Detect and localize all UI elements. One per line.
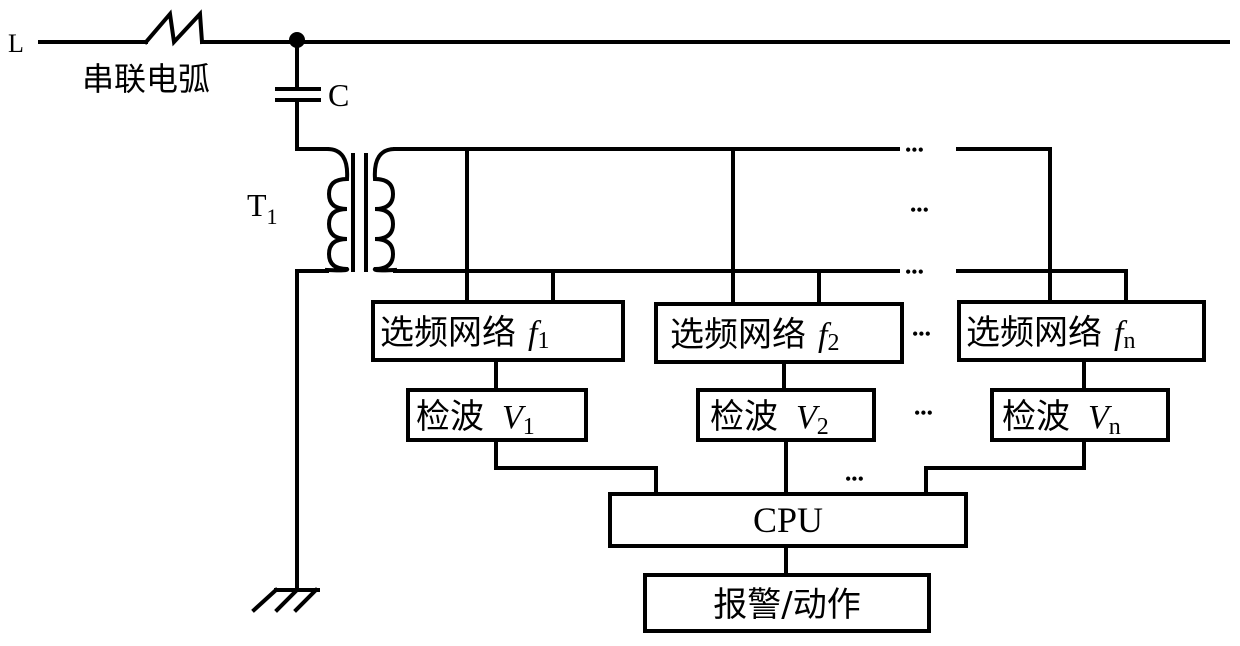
ellipsis-bus-bottom: •••	[905, 262, 924, 282]
arc-label: 串联电弧	[82, 60, 210, 98]
ground-hatch-2	[274, 587, 300, 613]
detector-label-2: 检波 V2	[710, 397, 829, 440]
ellipsis-filters: •••	[912, 324, 931, 344]
ground-hatch-1	[251, 587, 279, 613]
transformer-secondary-coil	[372, 146, 398, 273]
det1-to-cpu	[494, 438, 658, 496]
alarm-label: 报警/动作	[713, 585, 860, 625]
filter-label-2: 选频网络 f2	[670, 315, 839, 356]
diagram-svg: L 串联电弧 C T1 ••• ••• ••• ••• ••• ••• 选频网络…	[8, 9, 1230, 633]
ellipsis-detectors: •••	[914, 403, 933, 423]
cpu-label: CPU	[753, 500, 823, 540]
circuit-diagram: L 串联电弧 C T1 ••• ••• ••• ••• ••• ••• 选频网络…	[0, 0, 1240, 646]
detn-to-cpu	[924, 438, 1086, 496]
ellipsis-cpu-inputs: •••	[845, 469, 864, 489]
ellipsis-bus-top: •••	[905, 140, 924, 160]
ground-hatch-3	[293, 587, 319, 613]
detector-label-1: 检波 V1	[416, 397, 535, 440]
ellipsis-bus-middle: •••	[910, 200, 929, 220]
transformer-label: T1	[247, 187, 278, 229]
filter-label-n: 选频网络 fn	[966, 313, 1135, 354]
detector-label-n: 检波 Vn	[1002, 397, 1121, 440]
capacitor-label: C	[328, 77, 349, 113]
series-arc-symbol	[143, 9, 205, 47]
filter-label-1: 选频网络 f1	[380, 313, 549, 354]
line-label: L	[8, 29, 24, 58]
transformer-primary-coil	[324, 146, 350, 273]
